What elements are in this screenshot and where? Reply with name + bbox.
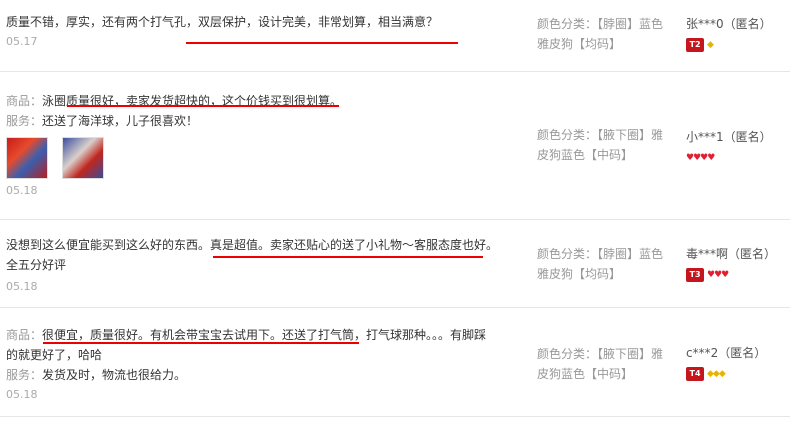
review-photo[interactable]: [62, 137, 104, 179]
review-text: 的就更好了，哈哈: [6, 348, 103, 362]
diamond-icon: ◆◆◆: [707, 368, 726, 379]
color-category: 颜色分类：【脖圈】蓝色雅皮狗【均码】: [537, 17, 664, 51]
red-underline: [43, 342, 359, 344]
username[interactable]: c***2（匿名）: [686, 343, 790, 363]
review-item: 质量不错，厚实，还有两个打气孔，双层保护，设计完美，非常划算，相当满意？ 05.…: [0, 0, 790, 72]
red-underline: [67, 105, 339, 107]
review-date: 05.18: [6, 184, 38, 197]
red-underline: [186, 42, 458, 44]
review-text: 质量不错，厚实，还有两个打气孔，双层保护，设计完美，非常划算，相当满意？: [6, 15, 439, 29]
review-item: 商品：泳圈质量很好，卖家发货超快的，这个价钱买到很划算。 服务：还送了海洋球，儿…: [0, 71, 790, 220]
color-category: 颜色分类：【腋下圈】雅皮狗蓝色【中码】: [537, 347, 664, 381]
service-label: 服务：: [6, 368, 43, 382]
username[interactable]: 张***0（匿名）: [686, 14, 790, 34]
heart-icon: ♥♥♥♥: [686, 152, 715, 163]
review-images: [6, 137, 526, 181]
level-badge-icon: T3: [686, 267, 704, 282]
level-badge-icon: T2: [686, 37, 704, 52]
review-text: 很便宜，质量很好。有机会带宝宝去试用下。还送了打气筒，打气球那种。。。有脚踩: [42, 328, 487, 342]
color-category: 颜色分类：【脖圈】蓝色雅皮狗【均码】: [537, 247, 664, 281]
user-level: T3 ♥♥♥: [686, 264, 790, 285]
review-date: 05.18: [6, 280, 38, 293]
product-label: 商品：: [6, 94, 43, 108]
product-label: 商品：: [6, 328, 43, 342]
color-category: 颜色分类：【腋下圈】雅皮狗蓝色【中码】: [537, 128, 664, 162]
user-level: T4 ◆◆◆: [686, 363, 790, 384]
service-text: 发货及时，物流也很给力。: [42, 368, 187, 382]
level-badge-icon: T4: [686, 366, 704, 381]
username[interactable]: 毒***啊（匿名）: [686, 244, 790, 264]
review-date: 05.18: [6, 388, 38, 401]
diamond-icon: ◆: [707, 39, 714, 50]
review-text: 全五分好评: [6, 258, 67, 272]
review-item: 没想到这么便宜能买到这么好的东西。真是超值。卖家还贴心的送了小礼物～客服态度也好…: [0, 219, 790, 308]
user-level: T2 ◆: [686, 34, 790, 55]
username[interactable]: 小***1（匿名）: [686, 127, 790, 147]
service-text: 还送了海洋球，儿子很喜欢！: [42, 114, 199, 128]
review-item: 商品：很便宜，质量很好。有机会带宝宝去试用下。还送了打气筒，打气球那种。。。有脚…: [0, 307, 790, 417]
heart-icon: ♥♥♥: [707, 269, 729, 280]
service-label: 服务：: [6, 114, 43, 128]
red-underline: [213, 256, 483, 258]
user-level: ♥♥♥♥: [686, 147, 790, 168]
review-photo[interactable]: [6, 137, 48, 179]
review-text: 没想到这么便宜能买到这么好的东西。真是超值。卖家还贴心的送了小礼物～客服态度也好…: [6, 238, 499, 252]
